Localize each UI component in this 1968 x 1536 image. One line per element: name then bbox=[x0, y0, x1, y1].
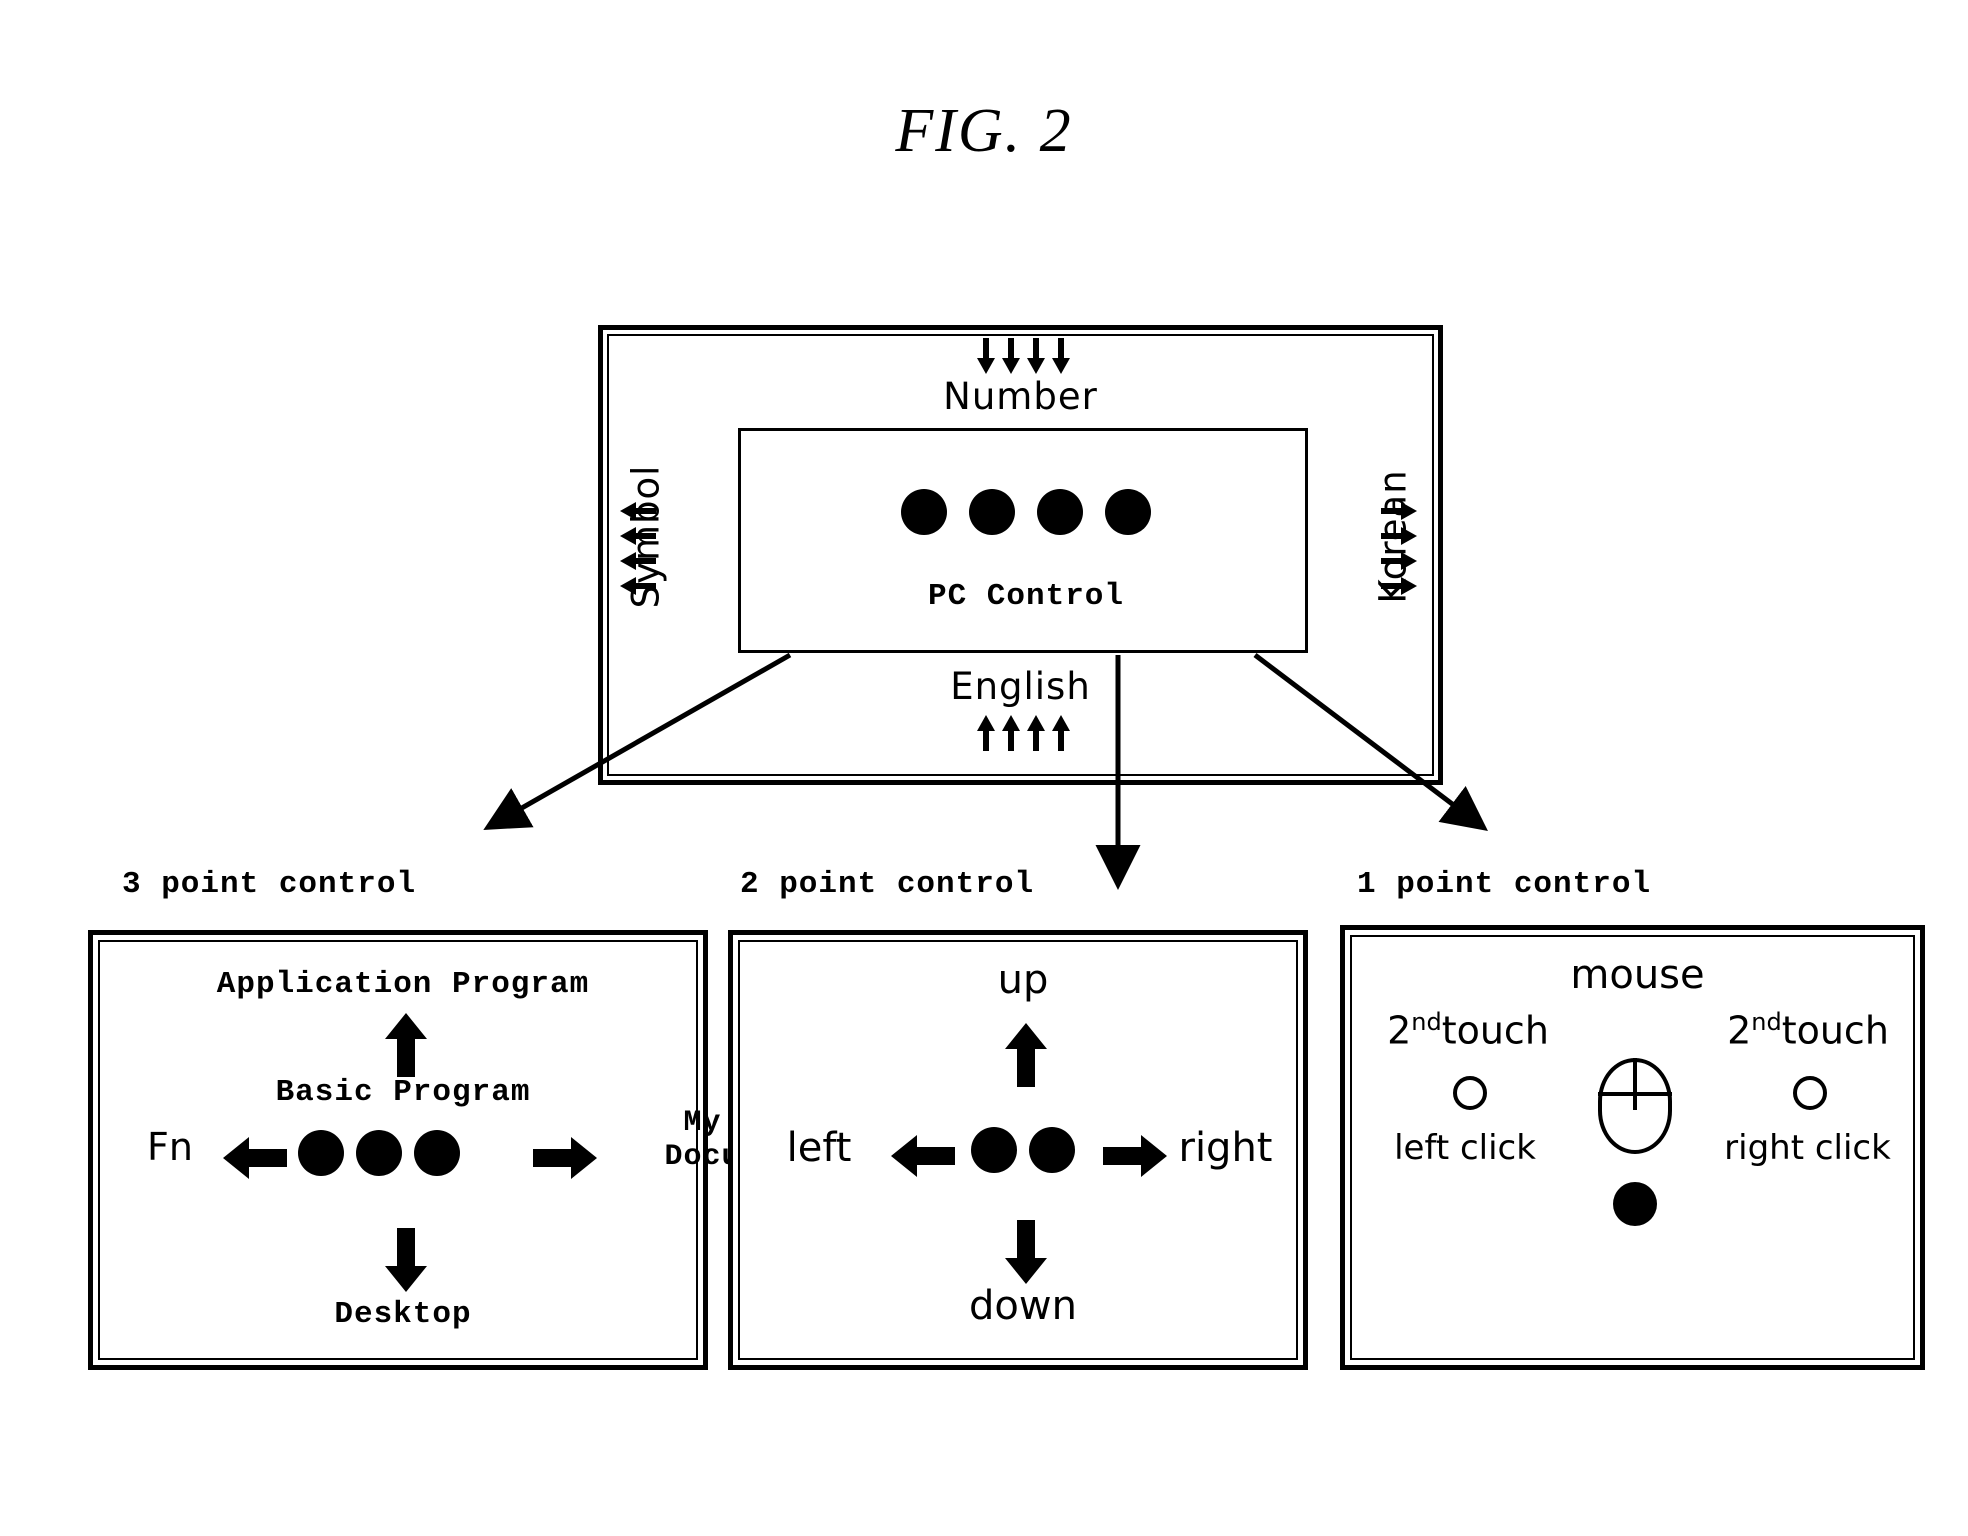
filled-circle-icon bbox=[356, 1130, 402, 1176]
second-touch-left-suffix: touch bbox=[1441, 1008, 1549, 1053]
left-arrow-icon bbox=[891, 1135, 955, 1177]
edge-label-english: English bbox=[950, 665, 1091, 708]
one-point-title: mouse bbox=[1570, 952, 1705, 998]
left-arrow-icon bbox=[223, 1137, 287, 1179]
pc-control-label: PC Control bbox=[927, 579, 1125, 614]
second-touch-left-prefix: 2 bbox=[1387, 1008, 1412, 1053]
right-arrow-cluster-icon bbox=[1381, 500, 1417, 597]
open-circle-icon bbox=[1793, 1076, 1827, 1110]
three-point-left-label: Fn bbox=[147, 1125, 193, 1169]
up-arrow-icon bbox=[1005, 1023, 1047, 1087]
up-arrow-icon bbox=[385, 1013, 427, 1077]
up-arrow-cluster-icon bbox=[975, 338, 1072, 374]
filled-circle-icon bbox=[901, 489, 947, 535]
three-point-control-panel: Application Program Basic Program Deskto… bbox=[88, 930, 740, 1370]
second-touch-right-suffix: touch bbox=[1781, 1008, 1889, 1053]
two-point-right-label: right bbox=[1178, 1125, 1273, 1171]
filled-circle-icon bbox=[414, 1130, 460, 1176]
two-point-up-label: up bbox=[997, 957, 1049, 1003]
right-click-label: right click bbox=[1724, 1128, 1891, 1168]
right-arrow-icon bbox=[1103, 1135, 1167, 1177]
filled-circle-icon bbox=[971, 1127, 1017, 1173]
filled-circle-icon bbox=[969, 489, 1015, 535]
second-touch-right-sup: nd bbox=[1751, 1008, 1782, 1036]
down-arrow-icon bbox=[1005, 1220, 1047, 1284]
filled-circle-icon bbox=[1029, 1127, 1075, 1173]
two-point-touch-dots bbox=[971, 1127, 1075, 1173]
caption-two-point-control: 2 point control bbox=[740, 867, 1035, 902]
three-point-up-label: Application Program bbox=[216, 967, 590, 1002]
second-touch-right-prefix: 2 bbox=[1727, 1008, 1752, 1053]
down-arrow-cluster-icon bbox=[975, 715, 1072, 751]
pc-control-box[interactable]: PC Control bbox=[738, 428, 1308, 653]
filled-circle-icon bbox=[1613, 1182, 1657, 1226]
pc-control-touch-dots bbox=[741, 489, 1311, 535]
caption-three-point-control: 3 point control bbox=[122, 867, 417, 902]
three-point-touch-dots bbox=[298, 1130, 460, 1176]
down-arrow-icon bbox=[385, 1228, 427, 1292]
second-touch-right-label: 2ndtouch bbox=[1703, 1008, 1913, 1053]
left-click-label: left click bbox=[1394, 1128, 1536, 1168]
filled-circle-icon bbox=[1105, 489, 1151, 535]
mouse-button-divider bbox=[1633, 1058, 1637, 1110]
second-touch-left-label: 2ndtouch bbox=[1363, 1008, 1573, 1053]
two-point-control-panel: up down left right bbox=[728, 930, 1308, 1370]
open-circle-icon bbox=[1453, 1076, 1487, 1110]
three-point-center-label: Basic Program bbox=[275, 1075, 531, 1110]
second-touch-left-sup: nd bbox=[1411, 1008, 1442, 1036]
edge-label-symbol: Symbol bbox=[624, 464, 668, 609]
mouse-button-edge bbox=[1598, 1092, 1672, 1096]
edge-label-number: Number bbox=[943, 375, 1098, 418]
two-point-left-label: left bbox=[786, 1125, 852, 1171]
two-point-down-label: down bbox=[969, 1283, 1077, 1329]
filled-circle-icon bbox=[1037, 489, 1083, 535]
right-arrow-icon bbox=[533, 1137, 597, 1179]
filled-circle-icon bbox=[298, 1130, 344, 1176]
figure-title: FIG. 2 bbox=[895, 97, 1073, 165]
touch-device-panel: Number English Symbol Korean PC Control bbox=[598, 325, 1443, 785]
three-point-down-label: Desktop bbox=[334, 1297, 472, 1332]
caption-one-point-control: 1 point control bbox=[1357, 867, 1652, 902]
one-point-control-panel: mouse 2ndtouch 2ndtouch left click right… bbox=[1340, 925, 1925, 1370]
